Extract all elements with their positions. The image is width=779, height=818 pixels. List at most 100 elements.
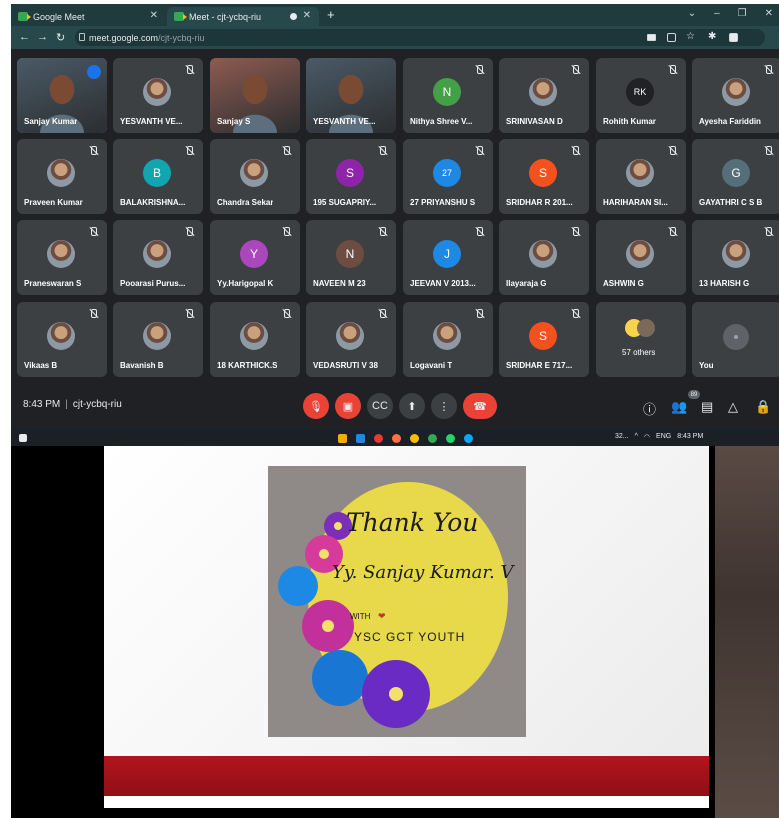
mic-off-button[interactable]: 🎙	[303, 393, 329, 419]
participant-tile[interactable]: N NAVEEN M 23	[306, 220, 396, 295]
participant-tile[interactable]: Ayesha Fariddin	[692, 58, 779, 133]
host-controls-icon[interactable]: 🔒	[755, 399, 771, 415]
activities-icon[interactable]: △	[728, 399, 738, 415]
participant-avatar	[47, 159, 75, 187]
participant-tile[interactable]: YESVANTH VE...	[306, 58, 396, 133]
participant-tile[interactable]: YESVANTH VE...	[113, 58, 203, 133]
tab-meet-call[interactable]: Meet - cjt-ycbq-riu ✕	[167, 7, 319, 26]
chat-icon[interactable]: ▤	[701, 399, 713, 415]
participant-tile[interactable]: 27 27 PRIYANSHU S	[403, 139, 493, 214]
participant-tile[interactable]: Praneswaran S	[17, 220, 107, 295]
participant-tile[interactable]: Vikaas B	[17, 302, 107, 377]
participant-name: You	[699, 361, 714, 370]
captions-button[interactable]: CC	[367, 393, 393, 419]
chrome-icon[interactable]	[410, 434, 419, 443]
edge-icon[interactable]	[464, 434, 473, 443]
participant-tile[interactable]: SRINIVASAN D	[499, 58, 589, 133]
participant-name: 57 others	[622, 348, 656, 357]
mic-muted-icon	[88, 309, 98, 319]
participant-tile[interactable]: Y Yy.Harigopal K	[210, 220, 300, 295]
restore-icon[interactable]: ❐	[738, 8, 747, 19]
participant-tile[interactable]: 13 HARISH G	[692, 220, 779, 295]
participant-name: BALAKRISHNA...	[120, 198, 186, 207]
mic-muted-icon	[570, 227, 580, 237]
participant-name: Praneswaran S	[24, 279, 82, 288]
participant-tile[interactable]: Chandra Sekar	[210, 139, 300, 214]
mic-muted-icon	[377, 146, 387, 156]
more-options-button[interactable]: ⋮	[431, 393, 457, 419]
people-icon[interactable]: 👥	[671, 399, 687, 415]
participant-name: Bavanish B	[120, 361, 164, 370]
share-icon[interactable]	[667, 33, 676, 42]
participant-tile[interactable]: You	[692, 302, 779, 377]
participant-name: Vikaas B	[24, 361, 58, 370]
thank-you-text: Thank You	[346, 508, 479, 537]
others-avatars	[625, 319, 659, 339]
participant-tile[interactable]: Praveen Kumar	[17, 139, 107, 214]
close-window-icon[interactable]: ✕	[765, 8, 773, 19]
firefox-icon[interactable]	[392, 434, 401, 443]
app-icon[interactable]	[374, 434, 383, 443]
wifi-icon[interactable]: ◠	[644, 433, 650, 441]
sidebar-icon[interactable]	[729, 33, 738, 42]
browser-toolbar: ← → ↻ meet.google.com/cjt-ycbq-riu ☆ ✱	[11, 26, 779, 49]
heart-icon: ❤	[378, 611, 386, 621]
leave-call-button[interactable]: ☎	[463, 393, 497, 419]
vscode-icon[interactable]	[356, 434, 365, 443]
participant-tile[interactable]: RK Rohith Kumar	[596, 58, 686, 133]
address-bar[interactable]: meet.google.com/cjt-ycbq-riu	[75, 29, 765, 46]
participant-tile[interactable]: Ilayaraja G	[499, 220, 589, 295]
forward-icon[interactable]: →	[37, 31, 48, 43]
mic-muted-icon	[763, 65, 773, 75]
present-button[interactable]: ⬆	[399, 393, 425, 419]
participant-avatar	[240, 159, 268, 187]
close-tab-icon[interactable]: ✕	[303, 10, 311, 21]
mic-muted-icon	[184, 227, 194, 237]
participant-tile[interactable]: N Nithya Shree V...	[403, 58, 493, 133]
camera-off-button[interactable]: ▣	[335, 393, 361, 419]
participant-avatar: B	[143, 159, 171, 187]
new-tab-button[interactable]: +	[327, 7, 335, 22]
slide: Thank You Yy. Sanjay Kumar. V WITH ❤ YSC…	[104, 446, 709, 808]
participant-tile[interactable]: Sanjay Kumar	[17, 58, 107, 133]
participant-avatar: G	[722, 159, 750, 187]
tab-google-meet[interactable]: Google Meet ✕	[11, 7, 166, 26]
participant-tile[interactable]: S SRIDHAR E 717...	[499, 302, 589, 377]
reload-icon[interactable]: ↻	[56, 31, 65, 44]
participant-tile[interactable]: ASHWIN G	[596, 220, 686, 295]
participant-name: SRINIVASAN D	[506, 117, 563, 126]
participant-tile[interactable]: B BALAKRISHNA...	[113, 139, 203, 214]
camera-icon[interactable]	[647, 34, 656, 41]
participant-tile[interactable]: VEDASRUTI V 38	[306, 302, 396, 377]
chrome-active-icon[interactable]	[428, 434, 437, 443]
participant-name: Sanjay S	[217, 117, 251, 126]
start-icon[interactable]	[19, 434, 27, 442]
participant-tile[interactable]: Bavanish B	[113, 302, 203, 377]
star-icon[interactable]: ☆	[686, 31, 695, 42]
participant-tile[interactable]: Pooarasi Purus...	[113, 220, 203, 295]
info-icon[interactable]: ⓘ	[643, 399, 656, 418]
participant-tile[interactable]: S 195 SUGAPRIY...	[306, 139, 396, 214]
mic-muted-icon	[763, 227, 773, 237]
whatsapp-icon[interactable]	[446, 434, 455, 443]
participant-tile[interactable]: 18 KARTHICK.S	[210, 302, 300, 377]
participant-tile[interactable]: Logavani T	[403, 302, 493, 377]
mic-muted-icon	[281, 227, 291, 237]
files-icon[interactable]	[338, 434, 347, 443]
tray-arrow-icon[interactable]: ^	[635, 433, 638, 441]
close-tab-icon[interactable]: ✕	[150, 10, 158, 21]
participant-name: Yy.Harigopal K	[217, 279, 274, 288]
participant-tile[interactable]: 57 others	[596, 302, 686, 377]
participant-tile[interactable]: G GAYATHRI C S B	[692, 139, 779, 214]
participant-tile[interactable]: J JEEVAN V 2013...	[403, 220, 493, 295]
back-icon[interactable]: ←	[19, 31, 30, 43]
participant-tile[interactable]: HARIHARAN SI...	[596, 139, 686, 214]
participant-tile[interactable]: Sanjay S	[210, 58, 300, 133]
paper-flowers-icon	[278, 512, 430, 728]
meeting-code: cjt-ycbq-riu	[72, 399, 122, 410]
chevron-down-icon[interactable]: ⌄	[688, 8, 696, 19]
meeting-time: 8:43 PM	[23, 399, 61, 410]
participant-tile[interactable]: S SRIDHAR R 201...	[499, 139, 589, 214]
extensions-icon[interactable]: ✱	[708, 31, 716, 42]
minimize-icon[interactable]: –	[714, 8, 720, 19]
